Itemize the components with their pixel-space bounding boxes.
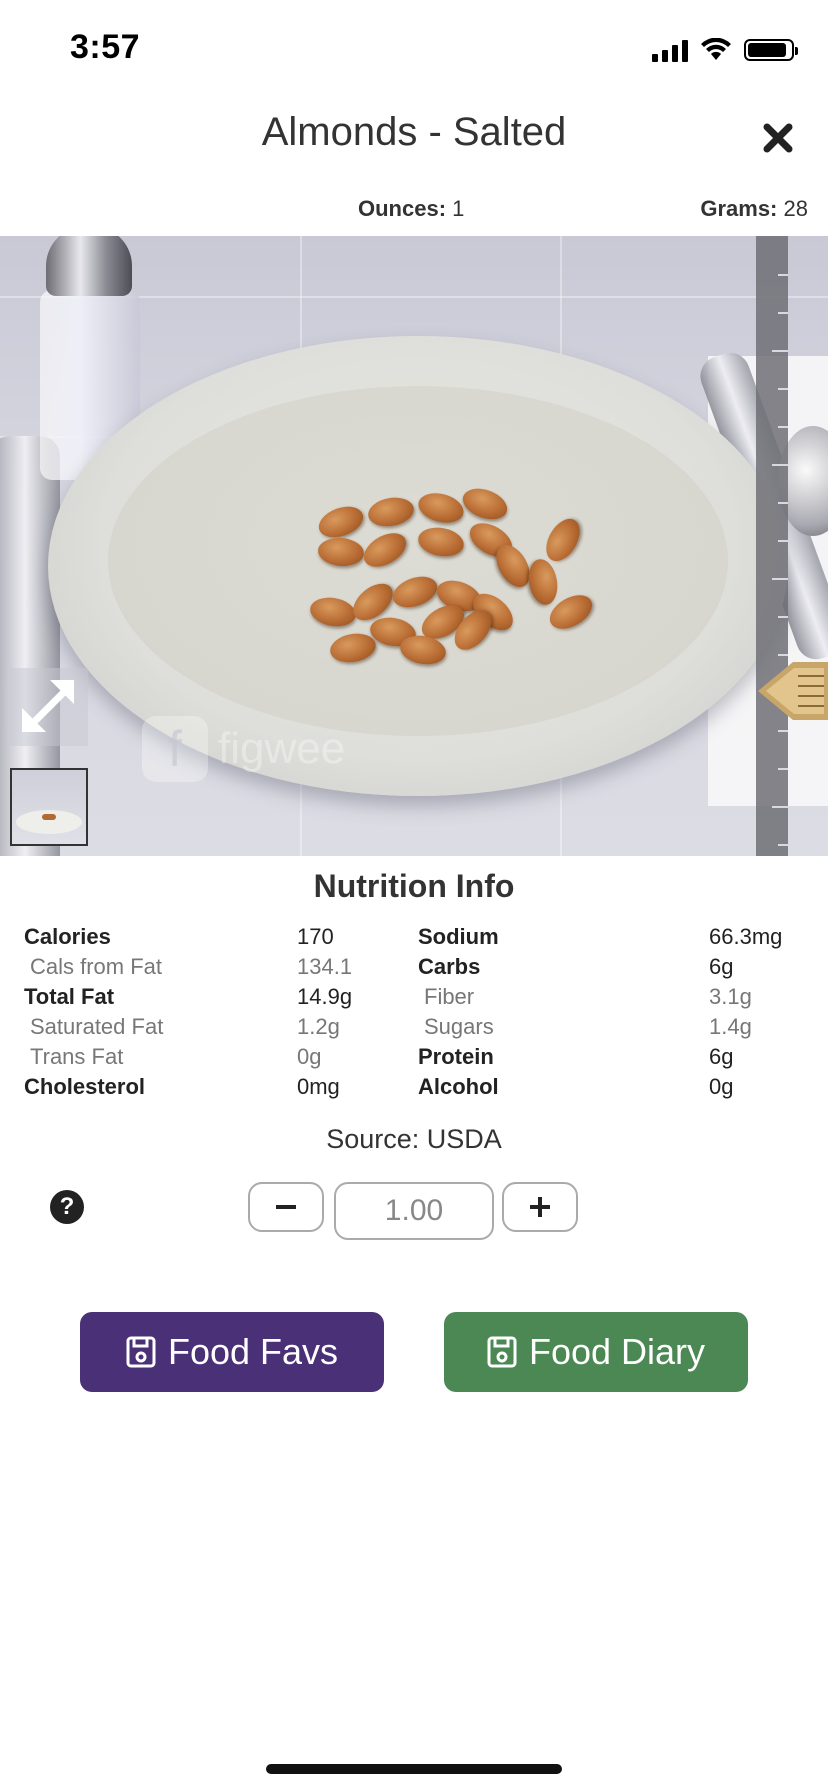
save-icon: [487, 1336, 517, 1368]
nutrient-value: 0g: [709, 1074, 734, 1099]
quantity-decrease-button[interactable]: [248, 1182, 324, 1232]
watermark-text: figwee: [218, 724, 346, 773]
nutrient-label: Fiber: [424, 984, 475, 1009]
ruler-tick: [778, 274, 788, 276]
ruler-tick: [778, 388, 788, 390]
ounces-value: 1: [452, 196, 465, 221]
food-diary-label: Food Diary: [528, 1331, 706, 1372]
nutrient-value: 6g: [709, 954, 734, 979]
nutrient-label: Cals from Fat: [30, 954, 163, 979]
ounces-info: Ounces: 1: [358, 196, 464, 222]
ruler-tick: [772, 578, 788, 580]
ruler-tick: [778, 312, 788, 314]
nutrient-label: Saturated Fat: [30, 1014, 164, 1039]
ruler-tick: [772, 806, 788, 808]
ruler-tick: [778, 502, 788, 504]
nutrient-label: Alcohol: [418, 1074, 499, 1099]
battery-icon: [744, 39, 798, 61]
nutrient-value: 3.1g: [709, 984, 752, 1009]
ounces-label: Ounces:: [358, 196, 447, 221]
ruler-tick: [778, 540, 788, 542]
status-time: 3:57: [70, 28, 141, 66]
nutrient-value: 1.2g: [297, 1014, 340, 1039]
nutrient-value: 6g: [709, 1044, 734, 1069]
portion-row: Ounces: 1 Grams: 28: [0, 196, 828, 226]
watermark-logo: f: [142, 716, 208, 782]
page-title: Almonds - Salted: [261, 110, 567, 154]
status-bar: 3:57: [0, 0, 828, 100]
food-photo[interactable]: f figwee: [0, 236, 828, 856]
nutrient-label: Protein: [418, 1044, 494, 1069]
expand-icon: [22, 680, 75, 733]
cellular-signal-icon: [652, 38, 688, 62]
ruler-tick: [778, 844, 788, 846]
nutrient-label: Cholesterol: [24, 1074, 146, 1099]
food-favs-button[interactable]: Food Favs: [80, 1312, 384, 1392]
quantity-increase-button[interactable]: [502, 1182, 578, 1232]
status-icons: [652, 36, 798, 64]
food-favs-label: Food Favs: [167, 1331, 339, 1372]
grams-label: Grams:: [700, 196, 778, 221]
home-indicator: [266, 1764, 562, 1774]
ruler-tick: [772, 350, 788, 352]
data-source: Source: USDA: [326, 1124, 502, 1154]
watermark: f figwee: [142, 716, 345, 782]
nutrient-value: 134.1: [297, 954, 353, 979]
ruler-tick: [778, 730, 788, 732]
ruler-tick: [778, 768, 788, 770]
close-button[interactable]: [756, 116, 800, 160]
food-diary-button[interactable]: Food Diary: [444, 1312, 748, 1392]
close-icon: [763, 123, 793, 153]
nutrient-value: 170: [297, 924, 334, 949]
nutrient-value: 14.9g: [297, 984, 353, 1009]
help-icon[interactable]: ?: [50, 1190, 84, 1224]
nutrition-title: Nutrition Info: [313, 868, 515, 904]
photo-thumbnail[interactable]: [10, 768, 88, 846]
nutrient-label: Sodium: [418, 924, 499, 949]
ruler-tick: [778, 426, 788, 428]
nutrient-value: 66.3mg: [709, 924, 783, 949]
nutrient-value: 0g: [297, 1044, 322, 1069]
save-icon: [126, 1336, 156, 1368]
nutrient-label: Total Fat: [24, 984, 115, 1009]
nutrient-label: Trans Fat: [30, 1044, 124, 1069]
quantity-input[interactable]: [334, 1182, 494, 1240]
wifi-icon: [701, 38, 731, 60]
nutrient-label: Calories: [24, 924, 111, 949]
expand-button[interactable]: [10, 668, 88, 746]
ruler-tick: [778, 616, 788, 618]
grams-info: Grams: 28: [700, 196, 808, 222]
nutrient-label: Carbs: [418, 954, 481, 979]
nutrient-value: 0mg: [297, 1074, 340, 1099]
ruler-tick: [772, 464, 788, 466]
size-ruler: [756, 236, 788, 856]
nutrient-value: 1.4g: [709, 1014, 752, 1039]
grams-value: 28: [783, 196, 808, 221]
ruler-marker-icon: [758, 662, 828, 720]
nutrient-label: Sugars: [424, 1014, 494, 1039]
